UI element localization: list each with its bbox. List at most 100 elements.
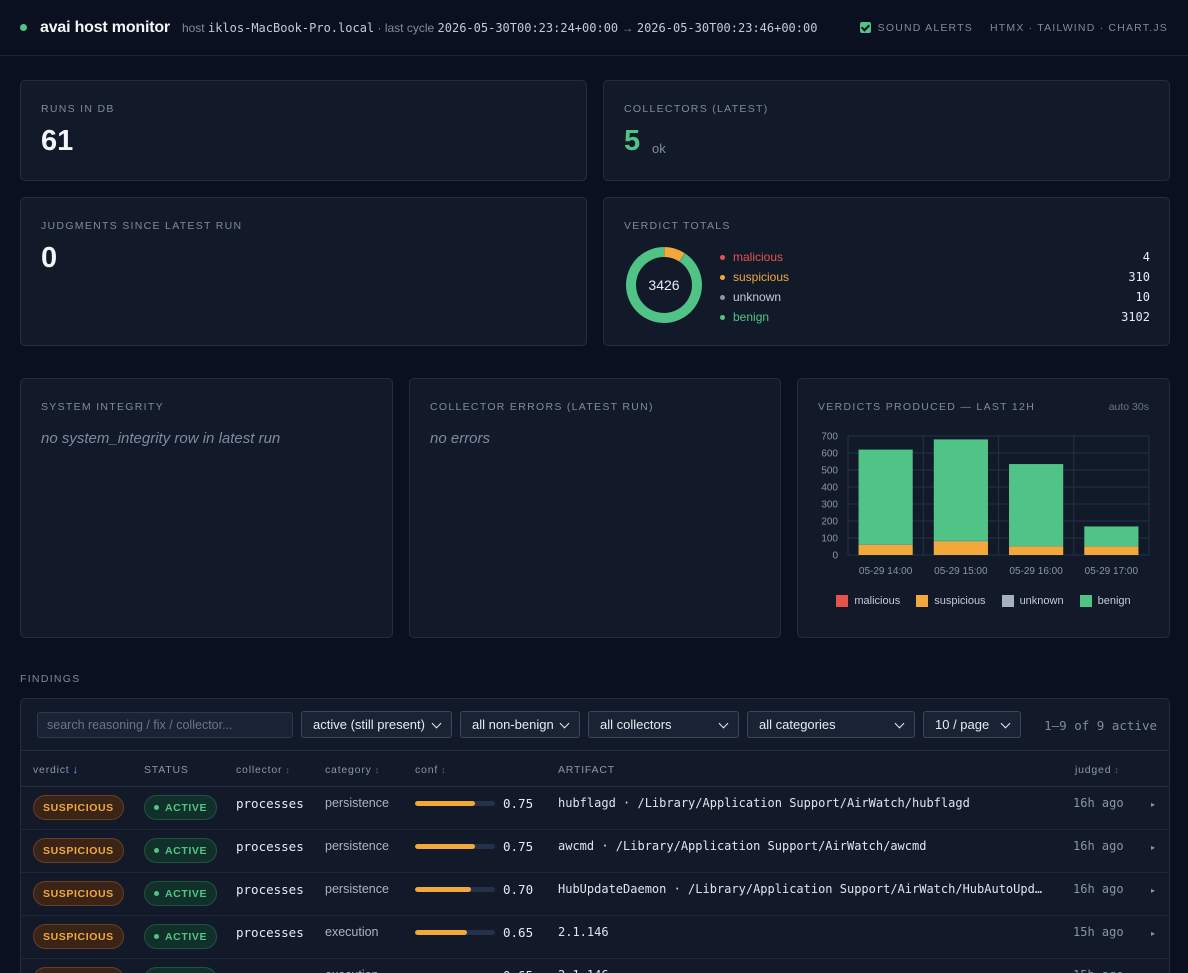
chevron-down-icon bbox=[431, 718, 442, 728]
collector-errors-card: COLLECTOR ERRORS (LATEST RUN) no errors bbox=[409, 378, 781, 638]
sound-alerts-checkbox[interactable] bbox=[859, 22, 871, 33]
verdict-filter-select[interactable]: all non-benign bbox=[460, 711, 580, 738]
integrity-note: no system_integrity row in latest run bbox=[41, 430, 281, 447]
legend-dot bbox=[720, 294, 725, 300]
verdict-badge: SUSPICIOUS bbox=[33, 924, 124, 949]
col-conf[interactable]: conf ↕ bbox=[415, 764, 446, 776]
verdicts-chart-card: VERDICTS PRODUCED — LAST 12H auto 30s 01… bbox=[797, 378, 1170, 638]
legend-dot bbox=[720, 254, 725, 260]
expand-row-icon[interactable]: ▸ bbox=[1151, 929, 1155, 938]
chart-legend-item[interactable]: suspicious bbox=[916, 595, 986, 607]
sound-alerts-label[interactable]: SOUND ALERTS bbox=[878, 22, 973, 34]
expand-row-icon[interactable]: ▸ bbox=[1151, 800, 1155, 809]
verdict-badge: SUSPICIOUS bbox=[33, 881, 124, 906]
verdict-donut: 3426 bbox=[624, 245, 704, 325]
table-row[interactable]: SUSPICIOUS ACTIVE processes persistence 0.70… bbox=[21, 873, 1169, 916]
legend-label: suspicious bbox=[934, 595, 986, 607]
col-category-label: category bbox=[325, 764, 372, 776]
status-dot bbox=[154, 805, 159, 810]
legend-swatch bbox=[1001, 595, 1014, 607]
col-category[interactable]: category ↕ bbox=[325, 764, 380, 776]
bar-unknown bbox=[933, 540, 988, 542]
bar-benign bbox=[933, 439, 988, 541]
chevron-down-icon bbox=[718, 718, 729, 728]
col-judged[interactable]: judged ↕ bbox=[1075, 764, 1120, 776]
col-collector[interactable]: collector ↕ bbox=[236, 764, 291, 776]
chart-legend-item[interactable]: unknown bbox=[1001, 595, 1064, 607]
bar-benign bbox=[1009, 464, 1064, 547]
app-title: avai host monitor bbox=[40, 18, 170, 36]
search-input[interactable]: search reasoning / fix / collector... bbox=[37, 712, 293, 738]
table-row[interactable]: SUSPICIOUS ACTIVE processes persistence 0.75… bbox=[21, 830, 1169, 873]
chart-legend-item[interactable]: benign bbox=[1079, 595, 1131, 607]
category-filter-value: all categories bbox=[759, 717, 836, 732]
status-label: ACTIVE bbox=[165, 887, 208, 900]
judgments-card: JUDGMENTS SINCE LATEST RUN 0 bbox=[20, 197, 587, 346]
confidence-fill bbox=[415, 887, 471, 892]
verdict-count: 4 bbox=[1142, 250, 1150, 264]
sort-icon: ↕ bbox=[374, 765, 380, 775]
table-row[interactable]: SUSPICIOUS ACTIVE processes persistence 0.75… bbox=[21, 787, 1169, 830]
confidence-fill bbox=[415, 801, 475, 806]
confidence-bar bbox=[415, 887, 495, 892]
cycle-start: 2026-05-30T00:23:24+00:00 bbox=[437, 20, 619, 35]
collector-cell: processes bbox=[236, 796, 304, 811]
collector-filter-select[interactable]: all collectors bbox=[588, 711, 739, 738]
status-dot bbox=[154, 891, 159, 896]
top-right: SOUND ALERTS HTMX · TAILWIND · CHART.JS bbox=[859, 22, 1168, 34]
legend-label: benign bbox=[1097, 595, 1131, 607]
judged-cell: 15h ago bbox=[1073, 968, 1124, 973]
verdict-filter-value: all non-benign bbox=[472, 717, 554, 732]
confidence-bar bbox=[415, 930, 495, 935]
chevron-down-icon bbox=[1000, 718, 1011, 728]
donut-total: 3426 bbox=[648, 277, 680, 293]
sort-icon: ↕ bbox=[441, 765, 447, 775]
collector-cell: processes bbox=[236, 839, 304, 854]
y-tick-label: 200 bbox=[821, 517, 838, 528]
chevron-down-icon bbox=[559, 718, 570, 728]
legend-label: malicious bbox=[854, 595, 901, 607]
table-row[interactable]: SUSPICIOUS ACTIVE processes execution 0.65 2.… bbox=[21, 959, 1169, 973]
page-size-select[interactable]: 10 / page bbox=[923, 711, 1021, 738]
artifact-cell: HubUpdateDaemon · /Library/Application S… bbox=[558, 882, 1043, 896]
bar-suspicious bbox=[933, 541, 988, 555]
verdicts-bar-chart: 0 100 200 300 400 500 600 700 05-29 14:00 05-29 1… bbox=[821, 432, 1150, 577]
status-badge: ACTIVE bbox=[144, 795, 218, 820]
bar-suspicious bbox=[858, 544, 913, 555]
confidence-value: 0.75 bbox=[503, 796, 534, 811]
sort-desc-icon: ↓ bbox=[72, 764, 79, 776]
chevron-down-icon bbox=[894, 718, 905, 728]
y-tick-label: 500 bbox=[821, 466, 838, 477]
x-tick-label: 05-29 17:00 bbox=[1085, 566, 1139, 577]
category-filter-select[interactable]: all categories bbox=[747, 711, 915, 738]
judged-cell: 16h ago bbox=[1073, 882, 1124, 896]
category-cell: execution bbox=[325, 968, 379, 973]
host-label: host bbox=[181, 20, 205, 35]
host-info: host iklos-MacBook-Pro.local · last cycl… bbox=[182, 21, 818, 35]
collector-cell: processes bbox=[236, 968, 304, 973]
bar-benign bbox=[1084, 526, 1139, 547]
judged-cell: 16h ago bbox=[1073, 796, 1124, 810]
page-info: 1–9 of 9 active bbox=[1044, 718, 1157, 733]
verdict-name: benign bbox=[733, 310, 770, 324]
col-artifact-label: ARTIFACT bbox=[558, 764, 615, 776]
confidence-value: 0.65 bbox=[503, 968, 533, 973]
table-row[interactable]: SUSPICIOUS ACTIVE processes execution 0.65 2.… bbox=[21, 916, 1169, 959]
cycle-arrow: → bbox=[621, 20, 634, 35]
artifact-cell: 2.1.146 bbox=[558, 968, 609, 973]
legend-swatch bbox=[916, 595, 929, 607]
legend-label: unknown bbox=[1019, 595, 1064, 607]
verdict-count: 310 bbox=[1128, 270, 1150, 284]
artifact-cell: awcmd · /Library/Application Support/Air… bbox=[558, 839, 927, 853]
x-tick-label: 05-29 14:00 bbox=[859, 566, 913, 577]
top-bar: avai host monitor host iklos-MacBook-Pro… bbox=[0, 0, 1188, 56]
expand-row-icon[interactable]: ▸ bbox=[1151, 886, 1155, 895]
status-label: ACTIVE bbox=[165, 844, 208, 857]
legend-swatch bbox=[836, 595, 849, 607]
status-dot bbox=[20, 24, 27, 31]
col-verdict[interactable]: verdict ↓ bbox=[33, 764, 79, 776]
category-cell: persistence bbox=[325, 796, 389, 810]
status-filter-select[interactable]: active (still present) bbox=[301, 711, 452, 738]
chart-legend-item[interactable]: malicious bbox=[836, 595, 900, 607]
expand-row-icon[interactable]: ▸ bbox=[1151, 843, 1155, 852]
